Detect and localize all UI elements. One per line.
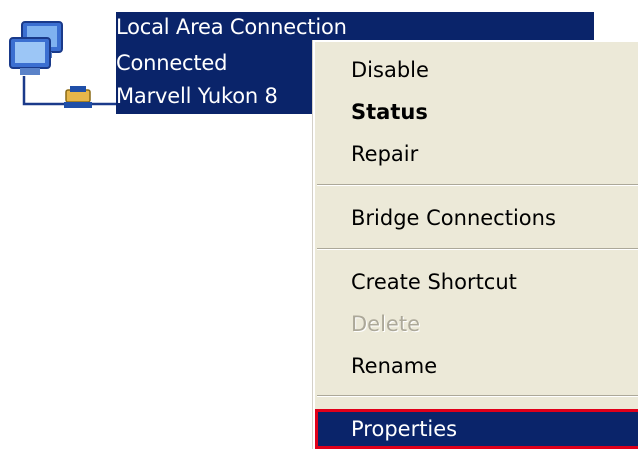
connection-device: Marvell Yukon 8 — [116, 84, 278, 108]
menu-item-label: Bridge Connections — [351, 206, 556, 230]
menu-separator — [317, 248, 638, 250]
menu-item-disable[interactable]: Disable — [315, 50, 638, 90]
menu-item-properties[interactable]: Properties — [315, 409, 638, 449]
menu-item-label: Status — [351, 100, 428, 124]
menu-item-label: Repair — [351, 142, 419, 166]
menu-item-label: Delete — [351, 312, 420, 336]
network-connections-window: Local Area Connection Connected Marvell … — [0, 0, 638, 449]
menu-item-bridge-connections[interactable]: Bridge Connections — [315, 198, 638, 238]
menu-item-label: Properties — [351, 417, 458, 441]
connection-name: Local Area Connection — [116, 15, 347, 39]
menu-item-delete: Delete — [315, 304, 638, 344]
network-connection-icon[interactable] — [4, 18, 116, 124]
menu-item-status[interactable]: Status — [315, 92, 638, 132]
menu-item-label: Create Shortcut — [351, 270, 517, 294]
menu-item-create-shortcut[interactable]: Create Shortcut — [315, 262, 638, 302]
menu-separator — [317, 184, 638, 186]
connection-status: Connected — [116, 51, 228, 75]
context-menu: Disable Status Repair Bridge Connections… — [313, 40, 638, 449]
menu-item-rename[interactable]: Rename — [315, 346, 638, 386]
menu-separator — [317, 395, 638, 397]
menu-item-label: Rename — [351, 354, 438, 378]
menu-item-repair[interactable]: Repair — [315, 134, 638, 174]
menu-item-label: Disable — [351, 58, 429, 82]
